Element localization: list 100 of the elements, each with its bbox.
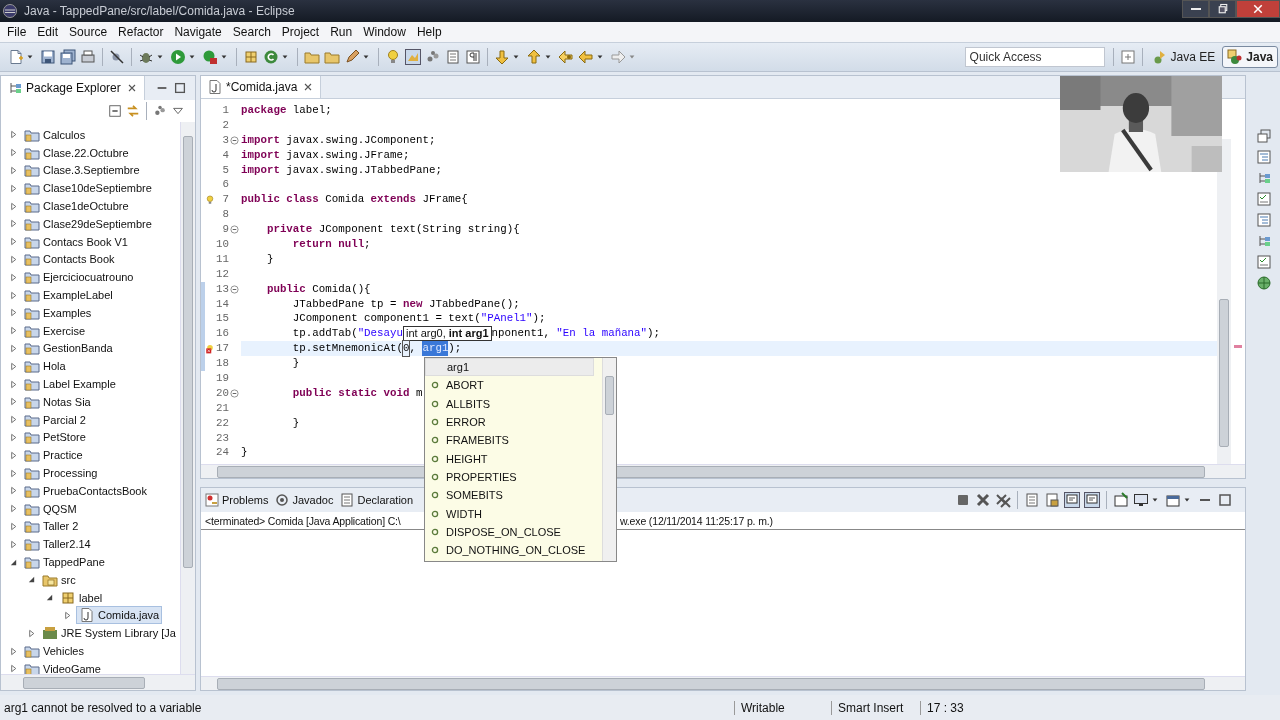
tree-item[interactable]: label — [58, 589, 105, 606]
tree-item[interactable]: Taller2.14 — [22, 536, 93, 553]
remove-all-icon[interactable] — [995, 492, 1011, 508]
tree-item[interactable]: Clase29deSeptiembre — [22, 215, 154, 232]
down-arrow-icon[interactable] — [494, 49, 510, 65]
document-icon[interactable] — [445, 49, 461, 65]
tree-item[interactable]: Clase10deSeptiembre — [22, 180, 154, 197]
tree-item[interactable]: QQSM — [22, 500, 79, 517]
maximize-icon[interactable] — [1217, 492, 1233, 508]
tree-item[interactable]: Hola — [22, 358, 68, 375]
menu-item[interactable]: Project — [276, 25, 325, 39]
tree-item[interactable]: Clase.3.Septiembre — [22, 162, 142, 179]
run-icon[interactable] — [170, 49, 186, 65]
tree-item[interactable]: Practice — [22, 447, 85, 464]
tree-item[interactable]: Exercise — [22, 322, 88, 339]
view-tab[interactable]: Declaration — [336, 488, 417, 512]
horizontal-scrollbar[interactable] — [201, 676, 1245, 690]
class-icon[interactable] — [263, 49, 279, 65]
menu-item[interactable]: Edit — [32, 25, 64, 39]
tasks-icon[interactable] — [1256, 254, 1272, 270]
view-tab[interactable]: Problems — [201, 488, 272, 512]
lightbulb-icon[interactable] — [205, 194, 215, 205]
tree-item[interactable]: Taller 2 — [22, 518, 81, 535]
tree-item[interactable]: Vehicles — [22, 643, 86, 659]
completion-item[interactable]: ERROR — [425, 412, 602, 432]
tree-item[interactable]: Ejerciciocuatrouno — [22, 269, 136, 286]
completion-item[interactable]: DO_NOTHING_ON_CLOSE — [425, 540, 602, 560]
vertical-scrollbar[interactable] — [602, 358, 616, 561]
quick-access-field[interactable]: Quick Access — [964, 47, 1105, 67]
pin-icon[interactable] — [1113, 492, 1129, 508]
vertical-scrollbar[interactable] — [1217, 139, 1231, 464]
tree-item[interactable]: JRE System Library [Ja — [40, 625, 178, 642]
completion-item[interactable]: arg1 — [425, 358, 594, 377]
error-icon[interactable] — [205, 343, 215, 354]
tree-item[interactable]: Contacs Book V1 — [22, 233, 130, 250]
tree-item[interactable]: PetStore — [22, 429, 88, 446]
view-tab[interactable]: Package Explorer — [1, 76, 145, 100]
tasks-icon[interactable] — [1256, 191, 1272, 207]
horizontal-scrollbar[interactable] — [1, 674, 195, 690]
collapse-all-icon[interactable] — [108, 104, 122, 118]
pen-icon[interactable] — [344, 49, 360, 65]
restore-icon[interactable] — [1256, 128, 1272, 144]
folder-icon[interactable] — [324, 49, 340, 65]
stop-icon[interactable] — [955, 492, 971, 508]
fold-icon[interactable] — [230, 388, 239, 398]
up-arrow-icon[interactable] — [526, 49, 542, 65]
forward-arrow-icon[interactable] — [610, 49, 626, 65]
tree-item[interactable]: VideoGame — [22, 660, 103, 674]
vertical-scrollbar[interactable] — [180, 122, 195, 674]
outline-icon[interactable] — [1256, 149, 1272, 165]
slashed-circle-icon[interactable] — [109, 49, 125, 65]
perspective-button[interactable]: Java EE — [1146, 46, 1221, 68]
tree-item[interactable]: src — [40, 571, 78, 588]
tree-item[interactable]: Processing — [22, 465, 100, 482]
maximize-button[interactable] — [1209, 0, 1236, 18]
completion-item[interactable]: SOMEBITS — [425, 486, 602, 505]
open-perspective-icon[interactable] — [1119, 49, 1136, 65]
back-arrow-icon[interactable] — [558, 49, 574, 65]
menu-item[interactable]: Help — [411, 25, 447, 39]
outline-icon[interactable] — [1256, 212, 1272, 228]
triangle-icon[interactable] — [9, 557, 18, 567]
menu-item[interactable]: Window — [358, 25, 411, 39]
highlight-icon[interactable] — [405, 49, 421, 65]
link-arrows-icon[interactable] — [126, 104, 140, 118]
triangle-icon[interactable] — [45, 593, 54, 603]
save-icon[interactable] — [40, 49, 56, 65]
tree-item[interactable]: PruebaContactsBook — [22, 482, 149, 499]
tree-item[interactable]: ExampleLabel — [22, 287, 115, 304]
printer-icon[interactable] — [80, 49, 96, 65]
close-button[interactable] — [1236, 0, 1280, 18]
triangle-icon[interactable] — [27, 575, 36, 585]
tree-item[interactable]: Contacts Book — [22, 251, 117, 268]
completion-item[interactable]: PROPERTIES — [425, 467, 602, 487]
fold-icon[interactable] — [230, 284, 239, 294]
document-icon[interactable] — [1024, 492, 1040, 508]
tree-item[interactable]: Clase1deOctubre — [22, 198, 131, 215]
minimize-button[interactable] — [1182, 0, 1209, 18]
fold-icon[interactable] — [230, 135, 239, 145]
new-console-icon[interactable] — [1165, 492, 1181, 508]
tree-item[interactable]: Examples — [22, 304, 94, 321]
folder-icon[interactable] — [304, 49, 320, 65]
completion-item[interactable]: ALLBITS — [425, 394, 602, 413]
tree-item[interactable]: Clase.22.Octubre — [22, 144, 131, 161]
globe-icon[interactable] — [1256, 275, 1272, 291]
tree-item[interactable]: Notas Sia — [22, 393, 93, 410]
completion-item[interactable]: DISPOSE_ON_CLOSE — [425, 522, 602, 541]
lightbulb-icon[interactable] — [385, 49, 401, 65]
completion-item[interactable]: HEIGHT — [425, 449, 602, 468]
save-all-icon[interactable] — [60, 49, 76, 65]
editor-tab[interactable]: *Comida.java — [201, 76, 322, 98]
tree-item[interactable]: Comida.java — [76, 606, 163, 625]
remove-icon[interactable] — [975, 492, 991, 508]
back-arrow-icon[interactable] — [578, 49, 594, 65]
tree-icon[interactable] — [1256, 233, 1272, 249]
menu-item[interactable]: Refactor — [113, 25, 169, 39]
paragraph-icon[interactable] — [465, 49, 481, 65]
dots-icon[interactable] — [153, 104, 167, 118]
menu-item[interactable]: Source — [64, 25, 113, 39]
tree-item[interactable]: GestionBanda — [22, 340, 115, 357]
menu-item[interactable]: Search — [227, 25, 276, 39]
